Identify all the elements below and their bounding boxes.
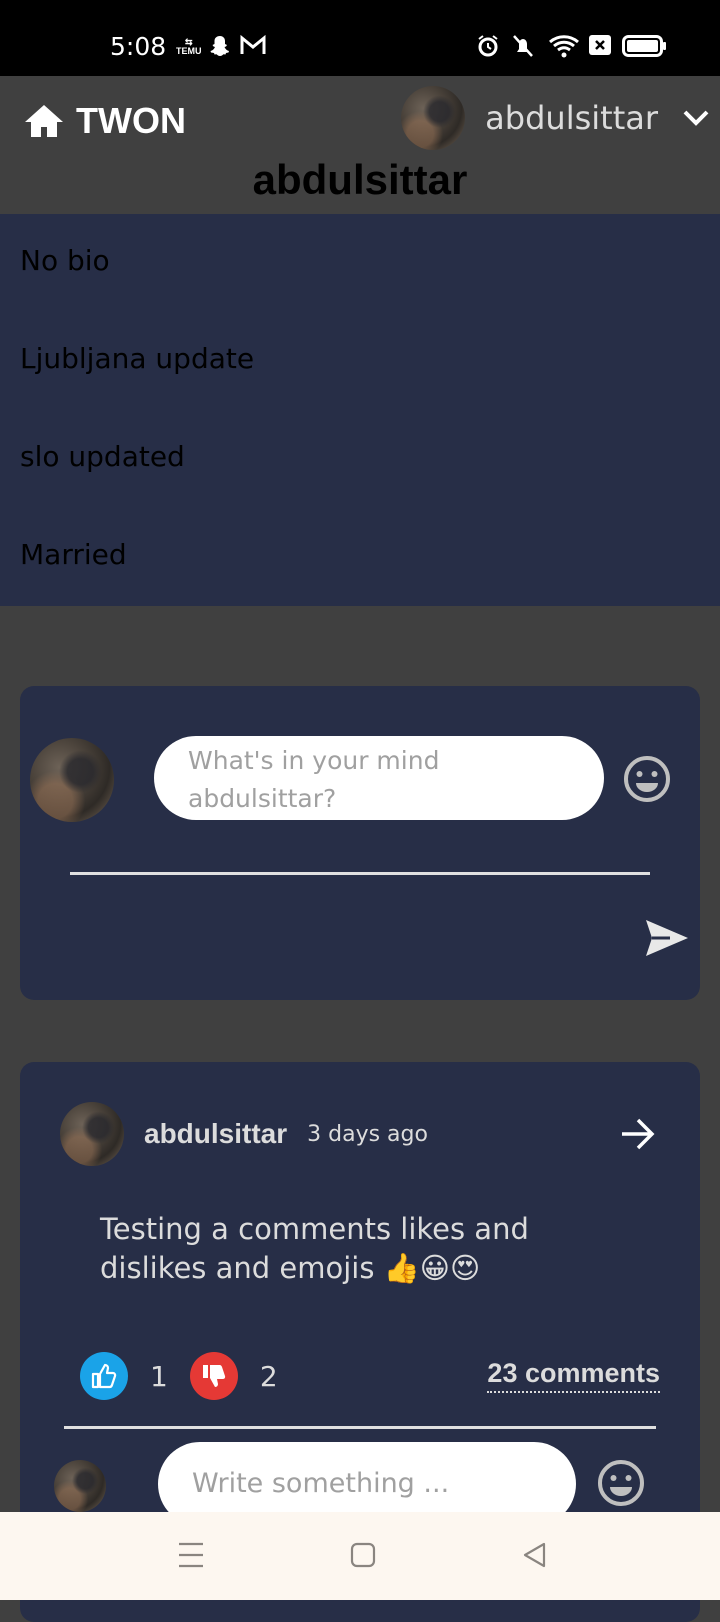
post-input[interactable]: What's in your mind abdulsittar? <box>154 736 604 820</box>
post-input-placeholder-line2: abdulsittar? <box>188 784 337 813</box>
like-count: 1 <box>150 1359 168 1393</box>
alarm-icon <box>478 35 498 57</box>
profile-info-panel: No bio Ljubljana update slo updated Marr… <box>0 214 720 606</box>
gmail-icon <box>240 34 266 54</box>
status-bar: 5:08 ⇆ TEMU <box>0 0 720 76</box>
user-avatar <box>401 86 466 150</box>
post-text-line2: dislikes and emojis 👍😀😍 <box>100 1251 481 1285</box>
comments-link[interactable]: 23 comments <box>487 1358 660 1393</box>
thumbs-up-icon <box>91 1363 117 1389</box>
post-author[interactable]: abdulsittar <box>144 1118 287 1150</box>
composer-avatar <box>30 738 114 822</box>
post-text: Testing a comments likes and dislikes an… <box>100 1210 620 1288</box>
post-composer: What's in your mind abdulsittar? <box>20 686 700 1000</box>
battery-icon <box>622 35 666 57</box>
chevron-down-icon[interactable] <box>682 108 710 128</box>
comment-avatar <box>54 1460 106 1512</box>
emoji-icon[interactable] <box>622 754 672 804</box>
post-input-placeholder-line1: What's in your mind <box>188 746 440 775</box>
arrow-right-icon[interactable] <box>620 1118 656 1150</box>
app-bar: TWON abdulsittar abdulsittar <box>0 76 720 214</box>
temu-icon: ⇆ TEMU <box>176 37 202 56</box>
home-square-icon[interactable] <box>350 1540 376 1570</box>
profile-relationship: Married <box>20 538 127 571</box>
profile-title: abdulsittar <box>252 156 468 203</box>
menu-icon[interactable] <box>178 1540 204 1570</box>
post-reactions: 1 2 <box>80 1352 300 1400</box>
back-triangle-icon[interactable] <box>522 1540 548 1570</box>
header-username: abdulsittar <box>485 99 658 137</box>
post-time: 3 days ago <box>307 1121 428 1147</box>
composer-divider <box>70 872 650 875</box>
home-icon <box>25 105 63 137</box>
thumbs-down-icon <box>202 1365 225 1387</box>
profile-country: slo updated <box>20 440 185 473</box>
temu-label: TEMU <box>176 46 202 56</box>
post-author-avatar[interactable] <box>60 1102 124 1166</box>
snapchat-icon <box>210 36 229 56</box>
status-time: 5:08 <box>110 32 167 61</box>
post-text-line1: Testing a comments likes and <box>100 1212 529 1246</box>
mute-icon <box>513 35 533 57</box>
home-brand-link[interactable]: TWON <box>24 100 186 142</box>
profile-location: Ljubljana update <box>20 342 255 375</box>
post-divider <box>64 1426 656 1429</box>
dislike-button[interactable] <box>189 1352 238 1400</box>
brand-name: TWON <box>76 100 186 141</box>
post-header: abdulsittar 3 days ago <box>60 1102 428 1166</box>
close-box-icon <box>589 35 611 55</box>
dislike-count: 2 <box>259 1359 278 1393</box>
profile-bio: No bio <box>20 244 110 277</box>
send-icon[interactable] <box>644 918 690 958</box>
wifi-icon <box>549 35 579 58</box>
like-button[interactable] <box>80 1352 128 1400</box>
emoji-icon[interactable] <box>596 1458 646 1508</box>
system-nav-bar <box>0 1512 720 1600</box>
user-menu[interactable]: abdulsittar <box>401 86 710 150</box>
